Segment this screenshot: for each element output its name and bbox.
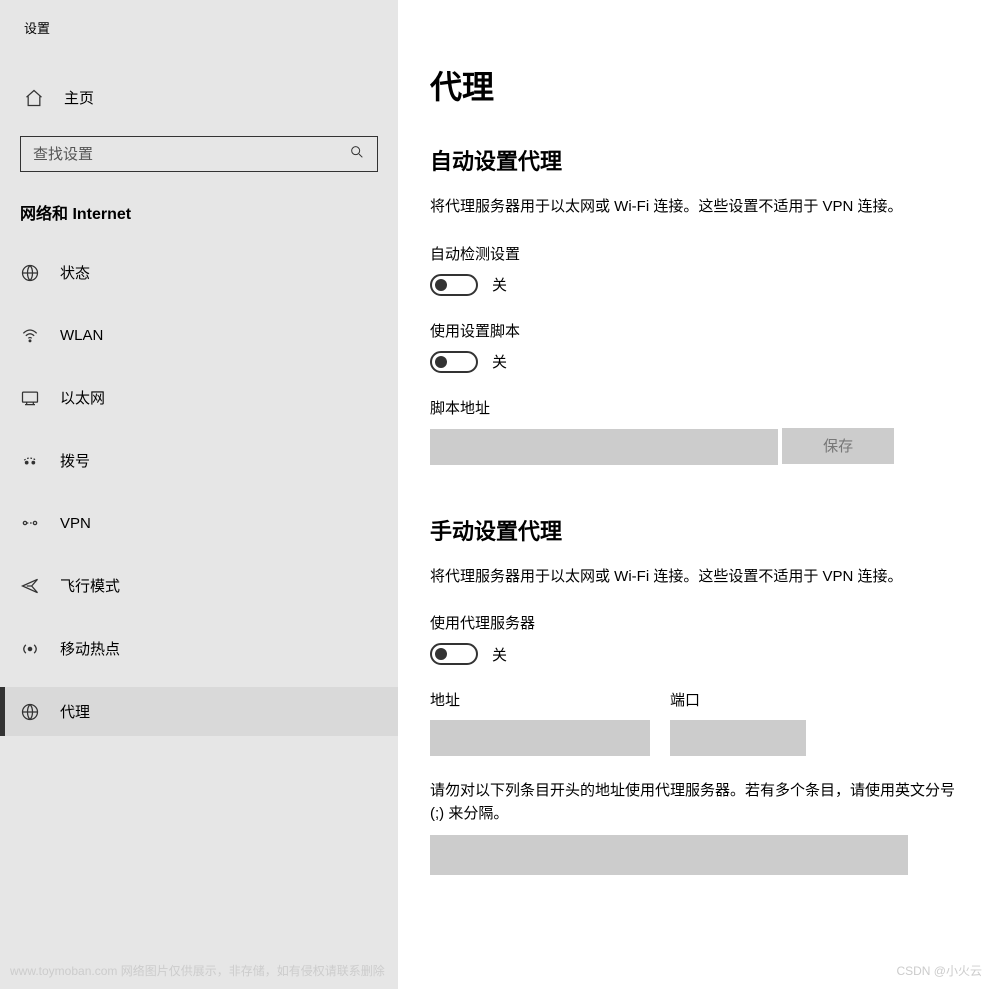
sidebar-item-label: 以太网 <box>60 387 105 408</box>
exception-input[interactable] <box>430 835 908 875</box>
port-input[interactable] <box>670 720 806 756</box>
sidebar-item-label: 拨号 <box>60 450 90 471</box>
watermark-left: www.toymoban.com 网络图片仅供展示，非存储，如有侵权请联系删除 <box>10 962 385 979</box>
address-label: 地址 <box>430 689 650 710</box>
search-icon <box>349 144 365 164</box>
sidebar-item-vpn[interactable]: VPN <box>0 499 398 547</box>
sidebar-item-dialup[interactable]: 拨号 <box>0 436 398 485</box>
sidebar-item-label: 状态 <box>60 262 90 283</box>
sidebar-item-label: 主页 <box>64 87 94 108</box>
globe-icon <box>20 702 40 722</box>
save-button[interactable]: 保存 <box>782 428 894 464</box>
vpn-icon <box>20 513 40 533</box>
auto-detect-state: 关 <box>492 274 507 295</box>
auto-proxy-section-title: 自动设置代理 <box>430 144 968 176</box>
page-title: 代理 <box>430 62 968 108</box>
wifi-icon <box>20 325 40 345</box>
globe-icon <box>20 263 40 283</box>
settings-sidebar: 设置 主页 网络和 Internet 状态 <box>0 0 398 989</box>
use-proxy-state: 关 <box>492 644 507 665</box>
dialup-icon <box>20 451 40 471</box>
script-address-input[interactable] <box>430 429 778 465</box>
use-script-state: 关 <box>492 351 507 372</box>
category-header: 网络和 Internet <box>0 200 398 248</box>
manual-proxy-section-title: 手动设置代理 <box>430 514 968 546</box>
sidebar-item-label: VPN <box>60 515 91 532</box>
script-address-label: 脚本地址 <box>430 397 968 418</box>
sidebar-item-hotspot[interactable]: 移动热点 <box>0 624 398 673</box>
port-label: 端口 <box>670 689 806 710</box>
ethernet-icon <box>20 388 40 408</box>
sidebar-item-label: WLAN <box>60 327 103 344</box>
address-input[interactable] <box>430 720 650 756</box>
airplane-icon <box>20 576 40 596</box>
use-script-label: 使用设置脚本 <box>430 320 968 341</box>
watermark-right: CSDN @小火云 <box>896 962 982 979</box>
sidebar-item-label: 代理 <box>60 701 90 722</box>
sidebar-item-home[interactable]: 主页 <box>0 77 398 118</box>
sidebar-item-ethernet[interactable]: 以太网 <box>0 373 398 422</box>
use-script-toggle[interactable] <box>430 351 478 373</box>
hotspot-icon <box>20 639 40 659</box>
home-icon <box>24 88 44 108</box>
use-proxy-label: 使用代理服务器 <box>430 612 968 633</box>
manual-proxy-desc: 将代理服务器用于以太网或 Wi-Fi 连接。这些设置不适用于 VPN 连接。 <box>430 566 968 589</box>
sidebar-item-wlan[interactable]: WLAN <box>0 311 398 359</box>
use-proxy-toggle[interactable] <box>430 643 478 665</box>
sidebar-item-status[interactable]: 状态 <box>0 248 398 297</box>
auto-proxy-desc: 将代理服务器用于以太网或 Wi-Fi 连接。这些设置不适用于 VPN 连接。 <box>430 196 968 219</box>
nav-list: 状态 WLAN 以太网 拨号 <box>0 248 398 736</box>
main-content: 代理 自动设置代理 将代理服务器用于以太网或 Wi-Fi 连接。这些设置不适用于… <box>398 0 1000 989</box>
search-field[interactable] <box>33 146 349 163</box>
auto-detect-toggle[interactable] <box>430 274 478 296</box>
sidebar-item-airplane[interactable]: 飞行模式 <box>0 561 398 610</box>
search-input[interactable] <box>20 136 378 172</box>
auto-detect-label: 自动检测设置 <box>430 243 968 264</box>
sidebar-item-label: 移动热点 <box>60 638 120 659</box>
sidebar-item-proxy[interactable]: 代理 <box>0 687 398 736</box>
window-title: 设置 <box>0 18 398 37</box>
exception-text: 请勿对以下列条目开头的地址使用代理服务器。若有多个条目，请使用英文分号 (;) … <box>430 780 968 825</box>
sidebar-item-label: 飞行模式 <box>60 575 120 596</box>
